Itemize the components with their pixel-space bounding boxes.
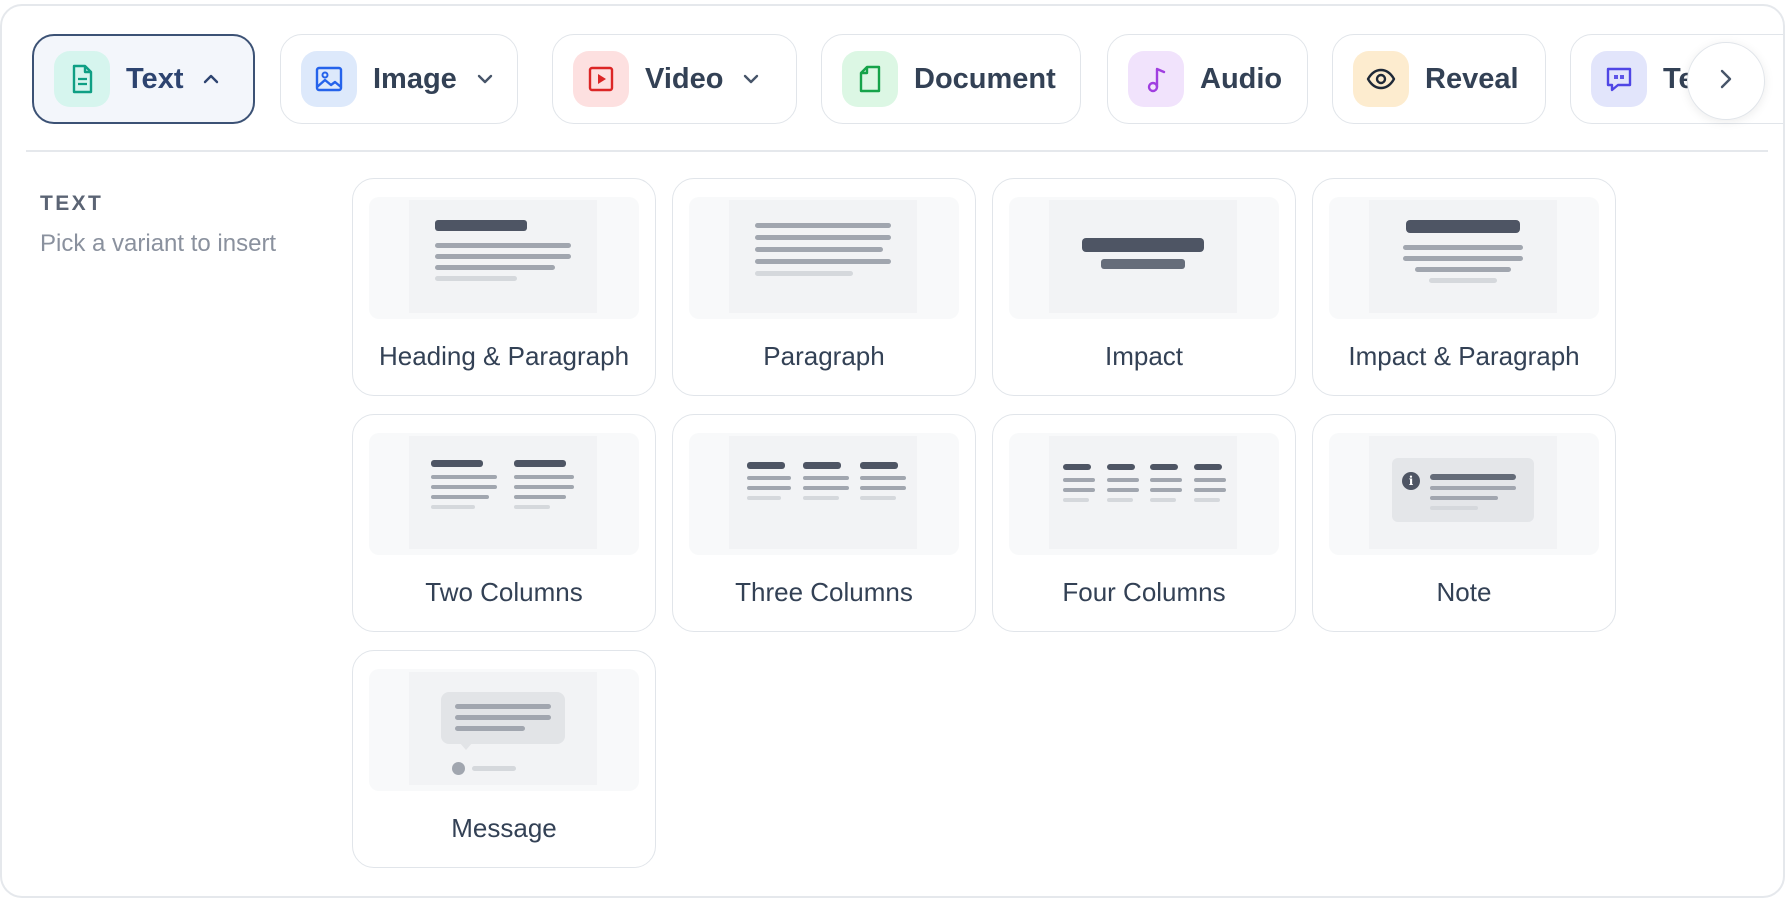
variant-preview — [369, 433, 639, 555]
variant-card-impact-paragraph[interactable]: Impact & Paragraph — [1312, 178, 1616, 396]
variant-label: Heading & Paragraph — [378, 341, 630, 371]
variant-preview — [689, 433, 959, 555]
section-subtitle: Pick a variant to insert — [40, 230, 277, 257]
video-icon — [573, 51, 629, 107]
eye-icon — [1353, 51, 1409, 107]
variant-preview — [369, 669, 639, 791]
variant-preview — [369, 197, 639, 319]
chevron-up-icon — [203, 74, 219, 84]
tab-video-label: Video — [645, 62, 724, 95]
tab-image[interactable]: Image — [280, 34, 518, 124]
tab-reveal[interactable]: Reveal — [1332, 34, 1546, 124]
variant-label: Two Columns — [425, 577, 583, 607]
divider — [26, 150, 1768, 152]
variant-card-four-columns[interactable]: Four Columns — [992, 414, 1296, 632]
scroll-right-button[interactable] — [1687, 42, 1765, 120]
variant-label: Impact & Paragraph — [1348, 341, 1580, 371]
avatar — [452, 762, 465, 775]
variant-label: Impact — [1104, 341, 1184, 371]
variant-preview — [1009, 433, 1279, 555]
variant-card-impact[interactable]: Impact — [992, 178, 1296, 396]
variant-card-note[interactable]: i Note — [1312, 414, 1616, 632]
variant-preview — [1009, 197, 1279, 319]
variant-card-paragraph[interactable]: Paragraph — [672, 178, 976, 396]
document-icon — [54, 51, 110, 107]
tab-reveal-label: Reveal — [1425, 62, 1519, 95]
chevron-down-icon — [743, 74, 759, 84]
variant-label: Four Columns — [1062, 577, 1226, 607]
quote-message-icon — [1591, 51, 1647, 107]
variant-card-three-columns[interactable]: Three Columns — [672, 414, 976, 632]
variant-preview — [689, 197, 959, 319]
variant-label: Three Columns — [735, 577, 913, 607]
tab-image-label: Image — [373, 62, 457, 95]
tab-text[interactable]: Text — [32, 34, 255, 124]
variant-label: Message — [451, 813, 557, 843]
file-icon — [842, 51, 898, 107]
variant-label: Note — [1436, 577, 1492, 607]
tab-document[interactable]: Document — [821, 34, 1081, 124]
variant-preview — [1329, 197, 1599, 319]
variant-card-two-columns[interactable]: Two Columns — [352, 414, 656, 632]
section-title: TEXT — [40, 192, 104, 215]
tab-video[interactable]: Video — [552, 34, 797, 124]
variant-preview: i — [1329, 433, 1599, 555]
variant-card-message[interactable]: Message — [352, 650, 656, 868]
block-picker-panel: Text Image Video Document Audio Reveal T… — [0, 4, 1785, 898]
info-icon: i — [1402, 472, 1420, 490]
image-icon — [301, 51, 357, 107]
tab-document-label: Document — [914, 62, 1056, 95]
category-tab-bar: Text Image Video Document Audio Reveal T… — [30, 34, 1783, 128]
music-note-icon — [1128, 51, 1184, 107]
variant-card-heading-paragraph[interactable]: Heading & Paragraph — [352, 178, 656, 396]
chevron-down-icon — [477, 74, 493, 84]
tab-audio-label: Audio — [1200, 62, 1283, 95]
variant-label: Paragraph — [763, 341, 885, 371]
chevron-right-icon — [1720, 69, 1732, 94]
tab-text-label: Text — [126, 62, 184, 95]
tab-audio[interactable]: Audio — [1107, 34, 1308, 124]
